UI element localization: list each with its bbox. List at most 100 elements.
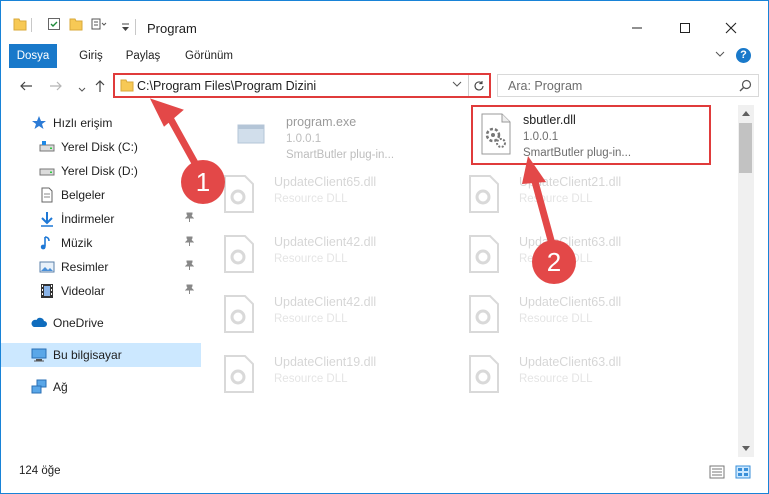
details-view-icon[interactable]: [709, 465, 725, 479]
up-button[interactable]: [91, 77, 109, 95]
network-icon: [31, 379, 47, 395]
file-item-sbutler-dll[interactable]: sbutler.dll 1.0.0.1 SmartButler plug-in.…: [471, 105, 711, 165]
file-item[interactable]: UpdateClient19.dll Resource DLL: [214, 345, 454, 399]
pin-icon[interactable]: [184, 236, 195, 249]
explorer-window: Program Dosya Giriş Paylaş Görünüm ? C:\…: [0, 0, 769, 494]
sidebar-item-label: Hızlı erişim: [53, 116, 113, 130]
chevron-down-icon: [78, 87, 86, 92]
sidebar-item-videos[interactable]: Videolar: [1, 279, 201, 303]
minimize-button[interactable]: [625, 16, 649, 40]
downloads-icon: [39, 211, 55, 227]
file-item-program-exe[interactable]: program.exe 1.0.0.1 SmartButler plug-in.…: [226, 105, 466, 161]
file-name: sbutler.dll: [523, 113, 576, 127]
file-type: Resource DLL: [519, 193, 593, 205]
forward-button[interactable]: [47, 77, 65, 95]
dll-file-icon: [222, 355, 256, 393]
file-name: UpdateClient65.dll: [519, 295, 622, 309]
tab-home[interactable]: Giriş: [71, 44, 111, 68]
sidebar-item-local-disk-d[interactable]: Yerel Disk (D:): [1, 159, 201, 183]
ribbon-tabs: Dosya Giriş Paylaş Görünüm: [1, 44, 768, 68]
folder-icon: [13, 17, 27, 34]
scroll-up-icon[interactable]: [738, 105, 754, 121]
close-button[interactable]: [719, 16, 743, 40]
dll-file-icon: [467, 355, 501, 393]
sidebar-item-downloads[interactable]: İndirmeler: [1, 207, 201, 231]
sidebar-item-local-disk-c[interactable]: Yerel Disk (C:): [1, 135, 201, 159]
sidebar-item-this-pc[interactable]: Bu bilgisayar: [1, 343, 201, 367]
search-icon[interactable]: [739, 79, 752, 95]
back-button[interactable]: [17, 77, 35, 95]
view-options-icon[interactable]: [91, 17, 107, 34]
executable-icon: [234, 115, 268, 153]
maximize-button[interactable]: [673, 16, 697, 40]
pin-icon[interactable]: [184, 284, 195, 297]
tab-view[interactable]: Görünüm: [179, 44, 239, 68]
file-type: Resource DLL: [519, 313, 593, 325]
sidebar-item-network[interactable]: Ağ: [1, 375, 201, 399]
tab-share[interactable]: Paylaş: [121, 44, 165, 68]
search-input[interactable]: Ara: Program: [508, 79, 582, 93]
file-item[interactable]: UpdateClient65.dll Resource DLL: [459, 285, 699, 339]
dll-file-icon: [467, 295, 501, 333]
scroll-down-icon[interactable]: [738, 441, 754, 457]
divider: [31, 18, 32, 32]
sidebar-item-label: OneDrive: [53, 316, 104, 330]
file-type: Resource DLL: [274, 373, 348, 385]
file-list: program.exe 1.0.0.1 SmartButler plug-in.…: [214, 105, 738, 455]
file-item[interactable]: UpdateClient63.dll Resource DLL: [459, 345, 699, 399]
music-icon: [39, 235, 55, 251]
sidebar-item-label: Müzik: [61, 236, 93, 250]
item-count: 124 öğe: [19, 465, 61, 477]
dll-file-icon: [479, 113, 513, 155]
refresh-button[interactable]: [468, 75, 489, 96]
refresh-icon: [474, 80, 484, 90]
sidebar-item-documents[interactable]: Belgeler: [1, 183, 201, 207]
expand-ribbon-icon[interactable]: [715, 49, 725, 62]
close-icon: [725, 22, 737, 34]
file-item[interactable]: UpdateClient21.dll Resource DLL: [459, 165, 699, 219]
star-icon: [31, 115, 47, 131]
tiles-view-icon[interactable]: [735, 465, 751, 479]
properties-icon[interactable]: [47, 17, 61, 34]
new-folder-icon[interactable]: [69, 17, 83, 34]
file-item[interactable]: UpdateClient65.dll Resource DLL: [214, 165, 454, 219]
help-icon[interactable]: ?: [736, 48, 751, 63]
sidebar-item-onedrive[interactable]: OneDrive: [1, 311, 201, 335]
sidebar-item-label: Resimler: [61, 260, 109, 274]
sidebar-item-label: Belgeler: [61, 188, 106, 202]
arrow-right-icon: [50, 81, 62, 91]
arrow-left-icon: [20, 81, 32, 91]
file-item[interactable]: UpdateClient42.dll Resource DLL: [214, 285, 454, 339]
sidebar-item-label: Yerel Disk (D:): [61, 164, 138, 178]
maximize-icon: [680, 23, 690, 33]
search-box[interactable]: Ara: Program: [497, 74, 759, 97]
dll-file-icon: [222, 235, 256, 273]
minimize-icon: [632, 27, 642, 29]
scroll-thumb[interactable]: [739, 123, 752, 173]
recent-locations-button[interactable]: [73, 81, 91, 99]
file-type: Resource DLL: [274, 193, 348, 205]
sidebar-item-music[interactable]: Müzik: [1, 231, 201, 255]
address-path[interactable]: C:\Program Files\Program Dizini: [137, 79, 316, 93]
address-bar[interactable]: C:\Program Files\Program Dizini: [113, 73, 491, 98]
file-item[interactable]: UpdateClient42.dll Resource DLL: [214, 225, 454, 279]
dll-file-icon: [222, 295, 256, 333]
sidebar-item-pictures[interactable]: Resimler: [1, 255, 201, 279]
chevron-down-icon[interactable]: [452, 79, 462, 92]
drive-icon: [39, 163, 55, 179]
file-item[interactable]: UpdateClient63.dll Resource DLL: [459, 225, 699, 279]
pin-icon[interactable]: [184, 212, 195, 225]
tab-file[interactable]: Dosya: [9, 44, 57, 68]
dll-file-icon: [467, 235, 501, 273]
vertical-scrollbar[interactable]: [738, 105, 754, 457]
file-description: SmartButler plug-in...: [286, 149, 395, 161]
computer-icon: [31, 347, 47, 363]
file-description: SmartButler plug-in...: [523, 147, 632, 159]
customize-quick-access-icon[interactable]: [121, 21, 130, 35]
file-name: UpdateClient42.dll: [274, 235, 377, 249]
pin-icon[interactable]: [184, 260, 195, 273]
annotation-marker-1: 1: [181, 160, 225, 204]
sidebar-item-quick-access[interactable]: Hızlı erişim: [1, 111, 201, 135]
dll-file-icon: [222, 175, 256, 213]
sidebar-item-label: İndirmeler: [61, 212, 115, 226]
